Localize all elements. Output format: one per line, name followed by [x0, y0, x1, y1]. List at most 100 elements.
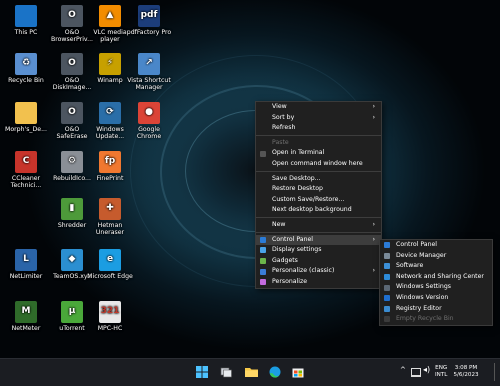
netmeter-icon: M	[15, 301, 37, 323]
windows-update-icon: ⟳	[99, 102, 121, 124]
clock-time: 3:08 PM	[454, 365, 478, 371]
desktop-icon[interactable]: ↗ Vista Shortcut Manager	[126, 53, 172, 92]
gear-icon	[384, 284, 390, 291]
menu-item-windows-settings[interactable]: Windows Settings	[380, 282, 492, 293]
menu-item-save-desktop[interactable]: Save Desktop...	[256, 174, 381, 185]
menu-item-label: Control Panel	[396, 241, 438, 248]
menu-item-view[interactable]: View ›	[256, 102, 381, 113]
desktop-icon-label: Morph's_De...	[4, 126, 47, 133]
desktop-icon-label: MPC-HC	[97, 325, 123, 332]
menu-item-label: New	[272, 220, 286, 228]
desktop-icon[interactable]: Morph's_De...	[3, 102, 49, 133]
menu-item-label: Display settings	[272, 246, 322, 254]
desktop-icon[interactable]: ✚ Hetman Uneraser	[87, 198, 133, 237]
menu-item-label: Custom Save/Restore...	[272, 195, 345, 203]
oo-safeerase-icon: O	[61, 102, 83, 124]
vista-shortcut-icon: ↗	[138, 53, 160, 75]
menu-item-label: Next desktop background	[272, 206, 352, 214]
file-explorer-icon[interactable]	[243, 364, 259, 380]
task-view-icon[interactable]	[218, 364, 234, 380]
clock-date: 5/6/2023	[453, 372, 479, 378]
menu-item-label: Sort by	[272, 113, 295, 121]
desktop-icon[interactable]: L NetLimiter	[3, 249, 49, 280]
desktop-icon[interactable]: M NetMeter	[3, 301, 49, 332]
desktop-icon[interactable]: e Microsoft Edge	[87, 249, 133, 280]
menu-item-display-settings[interactable]: Display settings	[256, 245, 381, 256]
winamp-icon: ⚡	[99, 53, 121, 75]
menu-item-control-panel[interactable]: Control Panel	[380, 240, 492, 251]
desktop-icon[interactable]: C CCleaner Technici...	[3, 151, 49, 190]
chevron-right-icon: ›	[372, 220, 375, 228]
mpc-hc-icon: 321	[99, 301, 121, 323]
registry-icon	[384, 305, 390, 312]
menu-item-paste: Paste	[256, 138, 381, 149]
gadgets-icon	[260, 258, 266, 265]
menu-item-personalize-classic[interactable]: Personalize (classic) ›	[256, 266, 381, 277]
tray-chevron-icon[interactable]: ^	[400, 367, 406, 374]
hetman-uneraser-icon: ✚	[99, 198, 121, 220]
menu-item-network-and-sharing-center[interactable]: Network and Sharing Center	[380, 272, 492, 283]
desktop[interactable]: This PC O O&O BrowserPriv... ▲ VLC media pla…	[0, 0, 500, 358]
menu-item-gadgets[interactable]: Gadgets	[256, 256, 381, 267]
menu-item-custom-save-restore[interactable]: Custom Save/Restore...	[256, 195, 381, 206]
terminal-icon	[260, 150, 266, 157]
menu-item-open-command-window-here[interactable]: Open command window here	[256, 159, 381, 170]
desktop-icon-label: Microsoft Edge	[87, 273, 133, 280]
menu-item-label: Personalize	[272, 277, 308, 285]
menu-item-registry-editor[interactable]: Registry Editor	[380, 304, 492, 315]
personalize-classic-icon	[260, 268, 266, 275]
desktop-icon[interactable]: ♻ Recycle Bin	[3, 53, 49, 84]
menu-item-sort-by[interactable]: Sort by ›	[256, 113, 381, 124]
oo-diskimage-icon: O	[61, 53, 83, 75]
desktop-icon[interactable]: pdf pdfFactory Pro	[126, 5, 172, 36]
clock[interactable]: 3:08 PM 5/6/2023	[452, 365, 480, 379]
volume-tray-icon[interactable]: ◂)	[423, 366, 430, 374]
folder-icon	[15, 102, 37, 124]
edge-icon[interactable]	[267, 364, 283, 380]
desktop-icon-label: FinePrint	[96, 175, 124, 182]
show-desktop-button[interactable]	[494, 363, 497, 381]
desktop-icon-label: pdfFactory Pro	[126, 29, 172, 36]
start-icon[interactable]	[194, 364, 210, 380]
language-indicator[interactable]: ENG INTL	[435, 365, 447, 379]
menu-item-label: Refresh	[272, 124, 296, 132]
desktop-icon[interactable]: fp FinePrint	[87, 151, 133, 182]
menu-item-label: Control Panel	[272, 235, 314, 243]
menu-item-next-desktop-background[interactable]: Next desktop background	[256, 205, 381, 216]
desktop-icon-label: This PC	[14, 29, 38, 36]
menu-item-windows-version[interactable]: Windows Version	[380, 293, 492, 304]
utorrent-icon: µ	[61, 301, 83, 323]
desktop-icon-label: Vista Shortcut Manager	[127, 77, 171, 92]
control-panel-submenu: Control Panel Device Manager Software Netwo…	[379, 239, 493, 326]
menu-item-software[interactable]: Software	[380, 261, 492, 272]
shredder-icon: ▮	[61, 198, 83, 220]
menu-item-label: Empty Recycle Bin	[396, 315, 454, 323]
netlimiter-icon: L	[15, 249, 37, 271]
chevron-right-icon: ›	[372, 113, 375, 121]
language-code: ENG	[435, 365, 448, 371]
menu-item-label: View	[272, 103, 287, 110]
menu-item-refresh[interactable]: Refresh	[256, 123, 381, 134]
software-icon	[384, 263, 390, 270]
menu-item-label: Windows Settings	[396, 283, 451, 291]
desktop-icon-label: NetMeter	[11, 325, 41, 332]
store-icon[interactable]	[290, 364, 306, 380]
ccleaner-icon: C	[15, 151, 37, 173]
keyboard-layout: INTL	[435, 372, 448, 378]
desktop-icon[interactable]: 321 MPC-HC	[87, 301, 133, 332]
desktop-icon[interactable]: This PC	[3, 5, 49, 36]
menu-item-personalize[interactable]: Personalize	[256, 277, 381, 288]
desktop-icon[interactable]: ● Google Chrome	[126, 102, 172, 141]
menu-item-new[interactable]: New ›	[256, 220, 381, 231]
info-icon	[384, 295, 390, 302]
menu-item-device-manager[interactable]: Device Manager	[380, 251, 492, 262]
menu-item-restore-desktop[interactable]: Restore Desktop	[256, 184, 381, 195]
network-tray-icon[interactable]	[411, 368, 421, 377]
network-icon	[384, 274, 390, 281]
display-icon	[260, 247, 266, 254]
control-panel-icon	[260, 236, 266, 243]
menu-item-open-in-terminal[interactable]: Open in Terminal	[256, 148, 381, 159]
recycle-bin-icon: ♻	[15, 53, 37, 75]
menu-item-label: Paste	[272, 138, 289, 146]
menu-item-control-panel[interactable]: Control Panel ›	[256, 234, 381, 246]
